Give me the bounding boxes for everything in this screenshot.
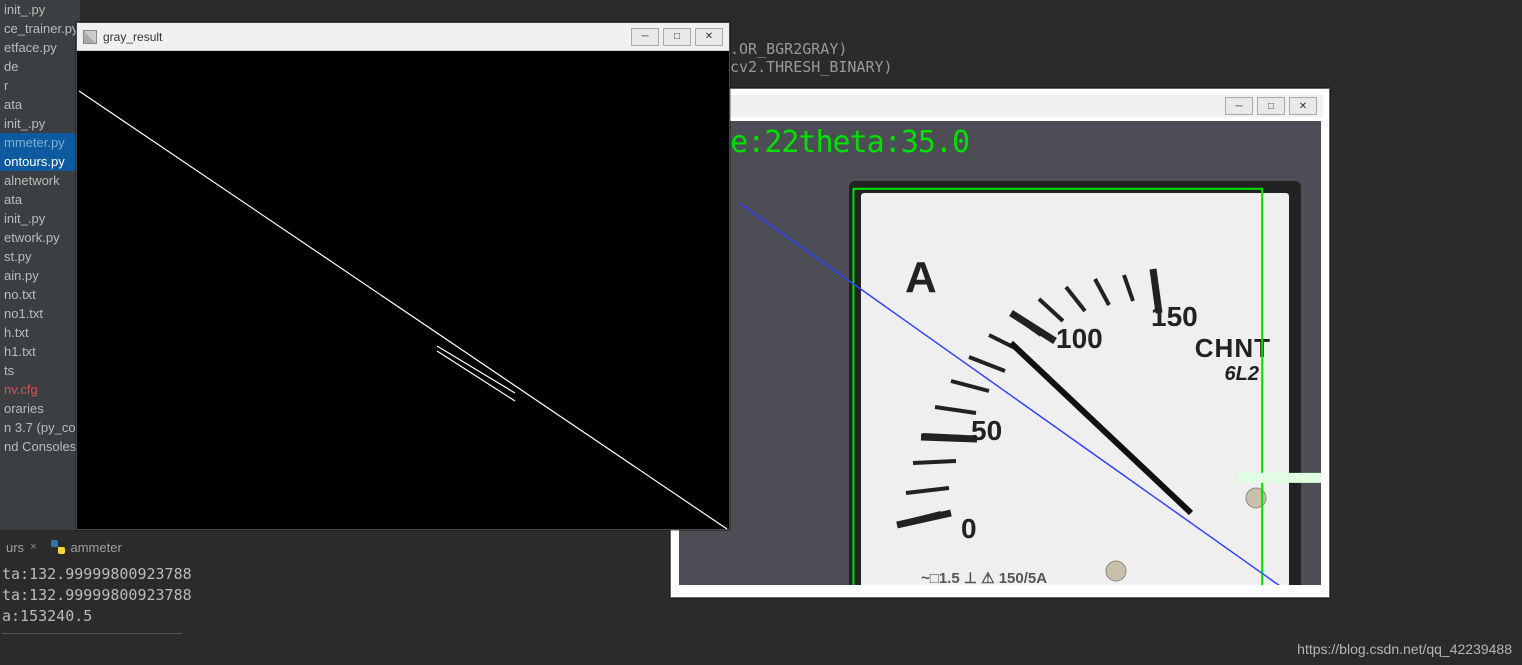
minimize-button[interactable]: ─ xyxy=(1225,97,1253,115)
code-line: .OR_BGR2GRAY) xyxy=(730,40,1522,58)
watermark-url: https://blog.csdn.net/qq_42239488 xyxy=(1297,641,1512,657)
app-icon xyxy=(83,30,97,44)
titlebar[interactable]: ─ □ ✕ xyxy=(677,95,1323,117)
window-ammeter-result[interactable]: ─ □ ✕ xyxy=(670,88,1330,598)
console-output[interactable]: ta:132.99999800923788 ta:132.99999800923… xyxy=(0,564,600,634)
gray-svg xyxy=(77,51,729,529)
file-tree-item[interactable]: mmeter.py xyxy=(0,133,80,152)
file-tree-item[interactable]: h1.txt xyxy=(0,342,80,361)
gray-canvas xyxy=(77,51,729,529)
file-tree-item[interactable]: de xyxy=(0,57,80,76)
file-tree-item[interactable]: r xyxy=(0,76,80,95)
file-tree-item[interactable]: ce_trainer.py xyxy=(0,19,80,38)
tab-ammeter[interactable]: ammeter xyxy=(51,540,122,555)
python-icon xyxy=(51,540,65,554)
editor-tabs: urs × ammeter xyxy=(0,536,122,558)
contour-overlay xyxy=(679,121,1321,587)
close-button[interactable]: ✕ xyxy=(695,28,723,46)
titlebar[interactable]: gray_result ─ □ ✕ xyxy=(77,23,729,51)
file-tree-item[interactable]: init_.py xyxy=(0,114,80,133)
file-tree-item[interactable]: no.txt xyxy=(0,285,80,304)
tab-label: ammeter xyxy=(71,540,122,555)
close-icon[interactable]: × xyxy=(30,541,36,553)
ammeter-canvas: A 0 50 100 150 CHNT 6L2 ~□1.5 ⊥ ⚠ 150/5A… xyxy=(677,119,1323,587)
file-tree-item[interactable]: oraries xyxy=(0,399,80,418)
file-tree-item[interactable]: no1.txt xyxy=(0,304,80,323)
file-tree-item[interactable]: nd Consoles xyxy=(0,437,80,456)
window-title: gray_result xyxy=(103,30,162,44)
console-divider xyxy=(2,633,182,634)
console-line: a:153240.5 xyxy=(2,606,600,627)
code-line: cv2.THRESH_BINARY) xyxy=(730,58,1522,76)
file-tree-item[interactable]: ts xyxy=(0,361,80,380)
file-tree-item[interactable]: alnetwork xyxy=(0,171,80,190)
console-line: ta:132.99999800923788 xyxy=(2,564,600,585)
file-tree-item[interactable]: init_.py xyxy=(0,0,80,19)
file-tree-item[interactable]: ontours.py xyxy=(0,152,80,171)
file-tree-item[interactable]: init_.py xyxy=(0,209,80,228)
file-tree-item[interactable]: ain.py xyxy=(0,266,80,285)
maximize-button[interactable]: □ xyxy=(1257,97,1285,115)
file-tree-sidebar[interactable]: init_.pyce_trainer.pyetface.pyderatainit… xyxy=(0,0,80,530)
console-line: ta:132.99999800923788 xyxy=(2,585,600,606)
maximize-button[interactable]: □ xyxy=(663,28,691,46)
file-tree-item[interactable]: h.txt xyxy=(0,323,80,342)
file-tree-item[interactable]: nv.cfg xyxy=(0,380,80,399)
file-tree-item[interactable]: etwork.py xyxy=(0,228,80,247)
file-tree-item[interactable]: ata xyxy=(0,190,80,209)
tab-label: urs xyxy=(6,540,24,555)
file-tree-item[interactable]: st.py xyxy=(0,247,80,266)
minimize-button[interactable]: ─ xyxy=(631,28,659,46)
close-button[interactable]: ✕ xyxy=(1289,97,1317,115)
tab-ours[interactable]: urs × xyxy=(6,540,37,555)
window-gray-result[interactable]: gray_result ─ □ ✕ xyxy=(76,22,730,530)
file-tree-item[interactable]: etface.py xyxy=(0,38,80,57)
file-tree-item[interactable]: n 3.7 (py_code) xyxy=(0,418,80,437)
file-tree-item[interactable]: ata xyxy=(0,95,80,114)
